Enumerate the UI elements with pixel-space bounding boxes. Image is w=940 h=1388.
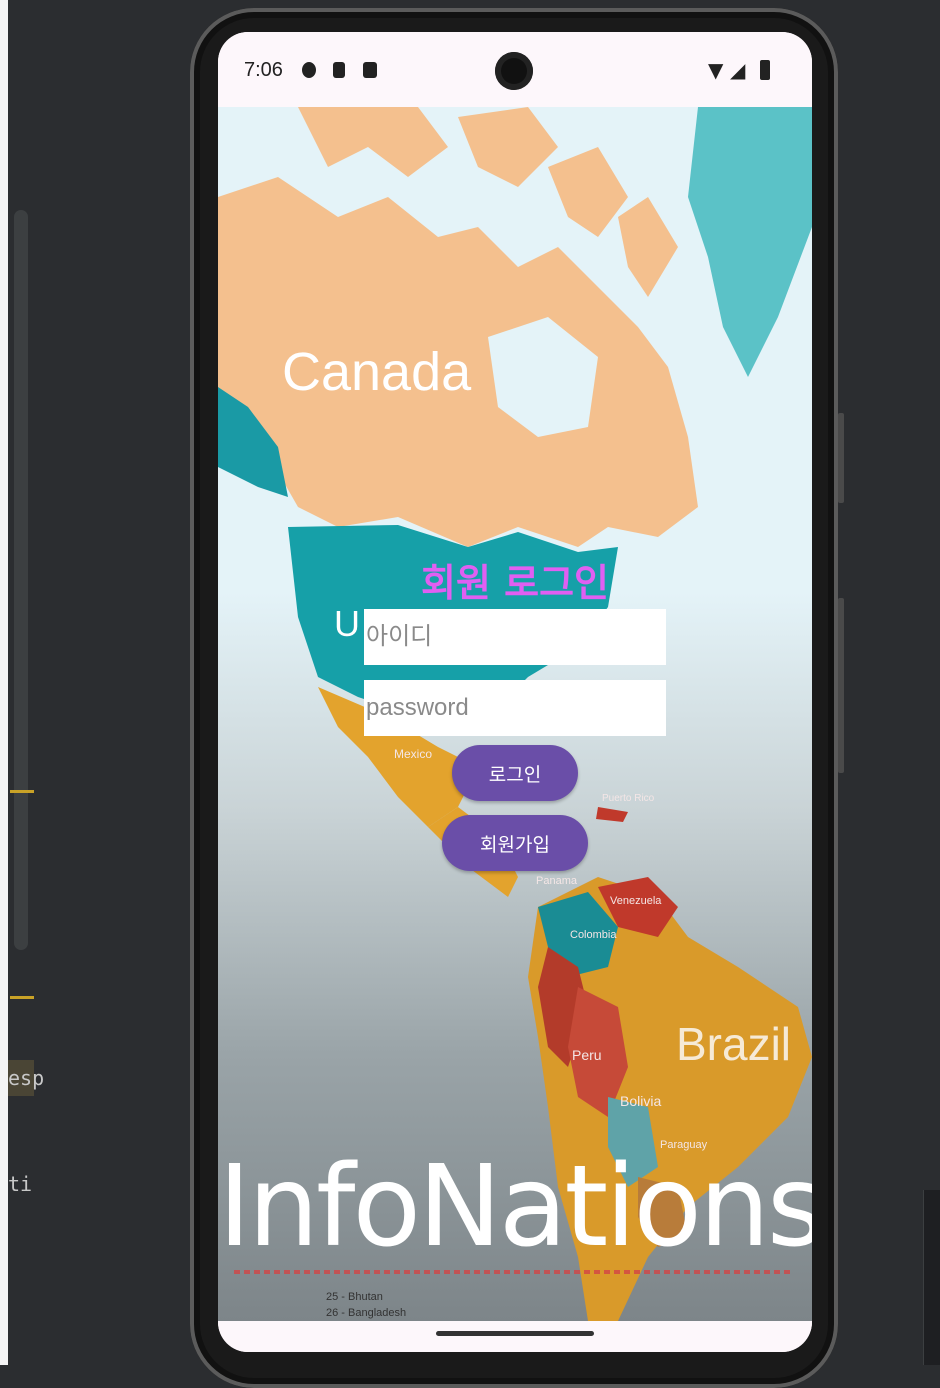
home-gesture-handle[interactable] bbox=[436, 1331, 594, 1336]
map-label-brazil: Brazil bbox=[676, 1018, 792, 1070]
map-legend-bhutan: 25 - Bhutan bbox=[326, 1291, 383, 1303]
status-bar: 7:06 ▼ ◢ bbox=[218, 32, 812, 107]
ide-marker bbox=[10, 996, 34, 999]
map-legend-bangladesh: 26 - Bangladesh bbox=[326, 1307, 407, 1319]
map-label-puerto-rico: Puerto Rico bbox=[602, 793, 655, 804]
map-label-venezuela: Venezuela bbox=[610, 895, 662, 907]
ide-side-panel bbox=[923, 1190, 940, 1365]
ide-edge bbox=[0, 0, 8, 1365]
map-label-canada: Canada bbox=[282, 342, 472, 402]
ide-code-fragment: ti bbox=[8, 1172, 33, 1196]
keyboard-icon bbox=[363, 62, 377, 78]
map-label-united-states: U bbox=[334, 603, 360, 644]
phone-screen: 7:06 ▼ ◢ Canada U Mexico Puerto Rico Pan… bbox=[218, 32, 812, 1352]
ide-scrollbar[interactable] bbox=[14, 210, 28, 950]
map-label-mexico: Mexico bbox=[394, 747, 433, 761]
play-protect-icon bbox=[302, 62, 316, 78]
wifi-icon: ▼ bbox=[708, 58, 724, 82]
map-label-colombia: Colombia bbox=[570, 929, 617, 941]
login-button[interactable]: 로그인 bbox=[452, 745, 578, 801]
front-camera bbox=[495, 52, 533, 90]
battery-icon bbox=[760, 60, 770, 80]
signup-button[interactable]: 회원가입 bbox=[442, 815, 588, 871]
volume-button bbox=[838, 598, 844, 773]
brand-title: InfoNations bbox=[218, 1142, 812, 1272]
signal-icon: ◢ bbox=[730, 58, 746, 82]
status-time: 7:06 bbox=[244, 59, 283, 81]
power-button bbox=[838, 413, 844, 503]
spellcheck-underline bbox=[234, 1270, 794, 1274]
map-label-bolivia: Bolivia bbox=[620, 1093, 662, 1109]
sd-card-icon bbox=[333, 62, 345, 78]
password-input[interactable] bbox=[364, 680, 666, 736]
ide-code-fragment: esp bbox=[8, 1066, 45, 1090]
login-title: 회원 로그인 bbox=[420, 561, 610, 605]
map-label-panama: Panama bbox=[536, 875, 577, 887]
map-label-peru: Peru bbox=[572, 1047, 602, 1063]
navigation-bar bbox=[218, 1321, 812, 1352]
ide-marker bbox=[10, 790, 34, 793]
id-input[interactable] bbox=[364, 609, 666, 665]
